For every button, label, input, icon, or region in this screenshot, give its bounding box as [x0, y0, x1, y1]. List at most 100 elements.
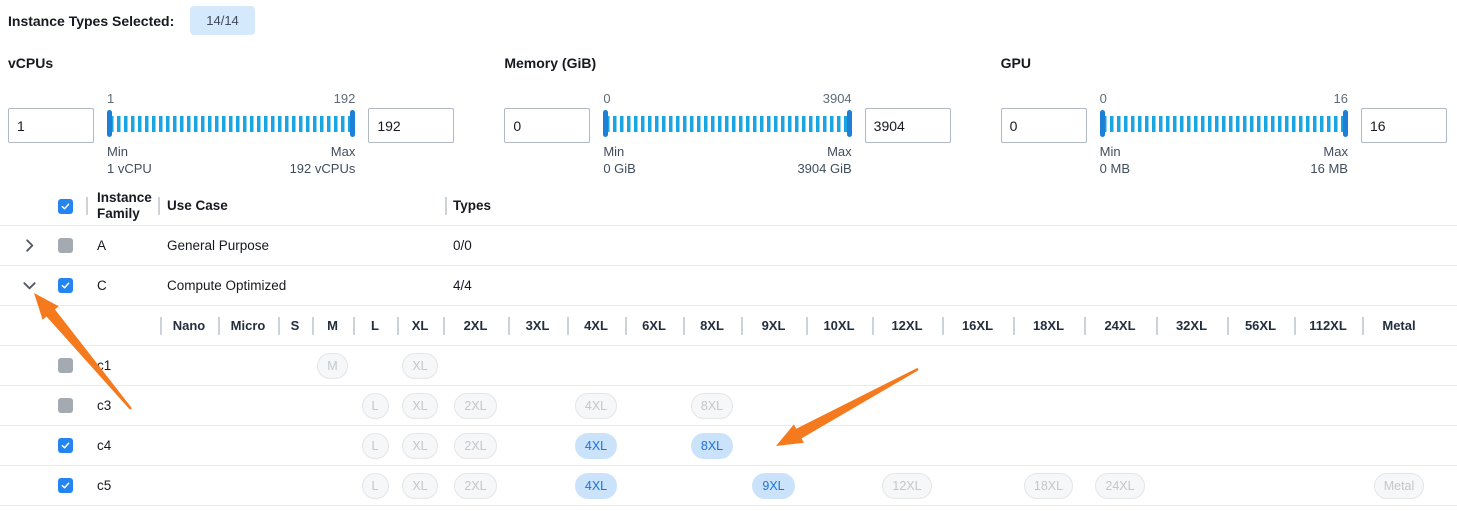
- instance-name: c1: [97, 358, 111, 373]
- size-column-label: 18XL: [1033, 318, 1064, 333]
- slider-min-handle[interactable]: [107, 110, 112, 137]
- filters-row: vCPUs1192Min1 vCPUMax192 vCPUsMemory (Gi…: [0, 55, 1457, 177]
- size-column-label: 32XL: [1176, 318, 1207, 333]
- slider-max-handle[interactable]: [847, 110, 852, 137]
- size-column-label: Nano: [173, 318, 206, 333]
- types-count: 0/0: [445, 238, 1457, 253]
- size-column-header-2xl: 2XL: [443, 306, 508, 345]
- min-input[interactable]: [8, 108, 94, 143]
- check-icon: [60, 280, 71, 291]
- slider-min-handle[interactable]: [1100, 110, 1105, 137]
- size-pill-c4-xl[interactable]: XL: [402, 433, 437, 459]
- size-column-label: Metal: [1382, 318, 1415, 333]
- column-header-types: Types: [445, 198, 1457, 214]
- instance-row-c5: c5LXL2XL4XL9XL12XL18XL24XLMetal: [0, 466, 1457, 506]
- size-column-label: 4XL: [584, 318, 608, 333]
- family-row-c: CCompute Optimized4/4: [0, 266, 1457, 306]
- slider-track[interactable]: [107, 110, 355, 137]
- size-column-header-16xl: 16XL: [942, 306, 1013, 345]
- size-columns-header: NanoMicroSMLXL2XL3XL4XL6XL8XL9XL10XL12XL…: [0, 306, 1457, 346]
- size-pill-c1-m[interactable]: M: [317, 353, 347, 379]
- filter-label: vCPUs: [8, 55, 454, 71]
- size-column-label: 10XL: [823, 318, 854, 333]
- instance-checkbox[interactable]: [58, 358, 73, 373]
- family-checkbox[interactable]: [58, 238, 73, 253]
- size-pill-c1-xl[interactable]: XL: [402, 353, 437, 379]
- max-input[interactable]: [1361, 108, 1447, 143]
- size-pill-c5-l[interactable]: L: [362, 473, 389, 499]
- max-input[interactable]: [368, 108, 454, 143]
- size-column-header-10xl: 10XL: [806, 306, 872, 345]
- size-pill-c3-8xl[interactable]: 8XL: [691, 393, 733, 419]
- slider-max-handle[interactable]: [350, 110, 355, 137]
- filter-vcpus: vCPUs1192Min1 vCPUMax192 vCPUs: [8, 55, 454, 177]
- size-column-header-8xl: 8XL: [683, 306, 741, 345]
- filter-gpu: GPU016Min0 MBMax16 MB: [1001, 55, 1447, 177]
- size-pill-c3-l[interactable]: L: [362, 393, 389, 419]
- family-checkbox[interactable]: [58, 278, 73, 293]
- slider-range-end-label: 16: [1334, 91, 1348, 107]
- instance-name: c4: [97, 438, 111, 453]
- size-pill-c4-l[interactable]: L: [362, 433, 389, 459]
- size-pill-c5-metal[interactable]: Metal: [1374, 473, 1425, 499]
- slider-track[interactable]: [603, 110, 851, 137]
- collapse-chevron-icon[interactable]: [19, 276, 39, 296]
- use-case: General Purpose: [158, 238, 445, 253]
- range-slider: 1192Min1 vCPUMax192 vCPUs: [107, 91, 355, 177]
- column-header-use-case: Use Case: [158, 198, 445, 214]
- size-column-header-112xl: 112XL: [1294, 306, 1362, 345]
- size-pill-c4-2xl[interactable]: 2XL: [454, 433, 496, 459]
- slider-min-detail: 0 MB: [1100, 160, 1130, 177]
- instance-row-c1: c1 M XL: [0, 346, 1457, 386]
- filter-label: Memory (GiB): [504, 55, 950, 71]
- family-row-a: AGeneral Purpose0/0: [0, 226, 1457, 266]
- size-pill-c5-9xl[interactable]: 9XL: [752, 473, 794, 499]
- min-input[interactable]: [1001, 108, 1087, 143]
- size-pill-c4-8xl[interactable]: 8XL: [691, 433, 733, 459]
- size-pill-c4-4xl[interactable]: 4XL: [575, 433, 617, 459]
- size-column-header-l: L: [353, 306, 397, 345]
- slider-max-detail: 192 vCPUs: [290, 160, 356, 177]
- size-pill-c5-2xl[interactable]: 2XL: [454, 473, 496, 499]
- slider-min-handle[interactable]: [603, 110, 608, 137]
- instance-checkbox[interactable]: [58, 478, 73, 493]
- slider-max-caption: Max: [290, 143, 356, 160]
- size-column-label: 6XL: [642, 318, 666, 333]
- slider-max-handle[interactable]: [1343, 110, 1348, 137]
- slider-min-caption: Min: [603, 143, 636, 160]
- size-column-label: 3XL: [526, 318, 550, 333]
- size-pill-c5-xl[interactable]: XL: [402, 473, 437, 499]
- size-column-label: S: [291, 318, 300, 333]
- table-header: Instance Family Use Case Types: [0, 187, 1457, 226]
- size-pill-c3-2xl[interactable]: 2XL: [454, 393, 496, 419]
- expand-chevron-icon[interactable]: [19, 236, 39, 256]
- slider-range-start-label: 0: [1100, 91, 1107, 107]
- slider-ticks: [110, 116, 352, 132]
- slider-track[interactable]: [1100, 110, 1348, 137]
- size-column-header-xl: XL: [397, 306, 443, 345]
- filter-memory-gib: Memory (GiB)03904Min0 GiBMax3904 GiB: [504, 55, 950, 177]
- size-pill-c3-4xl[interactable]: 4XL: [575, 393, 617, 419]
- instance-checkbox[interactable]: [58, 438, 73, 453]
- select-all-checkbox[interactable]: [58, 199, 73, 214]
- filter-label: GPU: [1001, 55, 1447, 71]
- instance-checkbox[interactable]: [58, 398, 73, 413]
- size-column-label: 16XL: [962, 318, 993, 333]
- slider-min-caption: Min: [1100, 143, 1130, 160]
- max-input[interactable]: [865, 108, 951, 143]
- size-column-header-4xl: 4XL: [567, 306, 625, 345]
- min-input[interactable]: [504, 108, 590, 143]
- size-pill-c5-12xl[interactable]: 12XL: [882, 473, 931, 499]
- check-icon: [60, 440, 71, 451]
- size-pill-c5-18xl[interactable]: 18XL: [1024, 473, 1073, 499]
- slider-max-detail: 3904 GiB: [797, 160, 851, 177]
- slider-min-detail: 1 vCPU: [107, 160, 152, 177]
- slider-min-caption: Min: [107, 143, 152, 160]
- size-pill-c5-24xl[interactable]: 24XL: [1095, 473, 1144, 499]
- size-column-label: 24XL: [1104, 318, 1135, 333]
- slider-ticks: [1103, 116, 1345, 132]
- size-column-label: 2XL: [464, 318, 488, 333]
- instance-types-table: Instance Family Use Case Types AGeneral …: [0, 187, 1457, 506]
- size-pill-c3-xl[interactable]: XL: [402, 393, 437, 419]
- size-pill-c5-4xl[interactable]: 4XL: [575, 473, 617, 499]
